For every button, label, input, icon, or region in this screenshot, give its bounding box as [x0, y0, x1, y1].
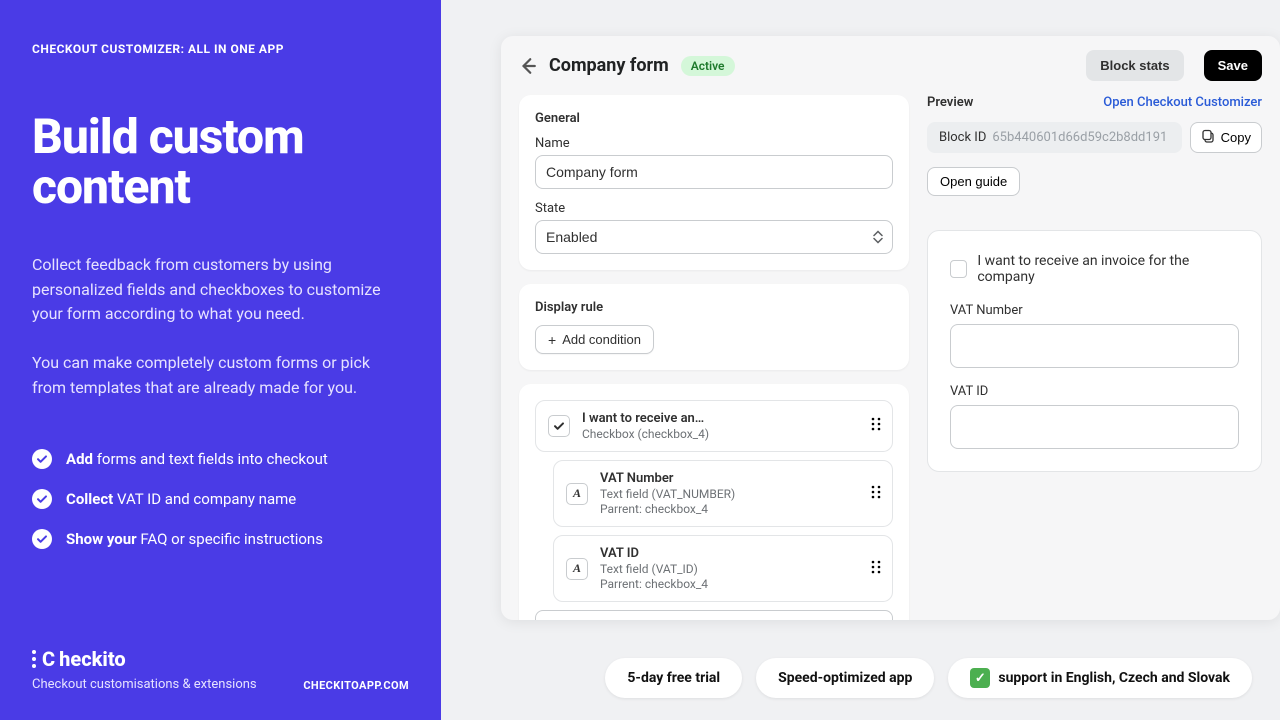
preview-vat-id-input[interactable]	[950, 405, 1239, 449]
pill-language: ✓ support in English, Czech and Slovak	[948, 658, 1252, 698]
check-circle-icon	[32, 489, 52, 509]
add-condition-button[interactable]: + Add condition	[535, 325, 654, 354]
hero-title: Build custom content	[32, 112, 409, 213]
app-label: CHECKOUT CUSTOMIZER: ALL IN ONE APP	[32, 42, 409, 56]
chevron-updown-icon	[873, 231, 883, 244]
name-label: Name	[535, 136, 893, 151]
editor-window: Company form Active Block stats Save Gen…	[501, 36, 1280, 620]
field-row-vat-id[interactable]: A VAT ID Text field (VAT_ID) Parrent: ch…	[553, 535, 893, 602]
display-rule-heading: Display rule	[535, 300, 893, 315]
page-title: Company form	[549, 55, 669, 76]
text-field-icon: A	[566, 558, 588, 580]
hero-paragraph-1: Collect feedback from customers by using…	[32, 253, 402, 327]
save-button[interactable]: Save	[1204, 50, 1262, 81]
left-footer: Checkito Checkout customisations & exten…	[32, 647, 409, 692]
state-select[interactable]	[535, 220, 893, 254]
open-customizer-link[interactable]: Open Checkout Customizer	[1103, 95, 1262, 110]
bullet-collect: Collect VAT ID and company name	[32, 489, 409, 509]
display-rule-card: Display rule + Add condition	[519, 284, 909, 370]
hero-paragraph-2: You can make completely custom forms or …	[32, 351, 402, 401]
marketing-panel: CHECKOUT CUSTOMIZER: ALL IN ONE APP Buil…	[0, 0, 441, 720]
preview-vat-number-input[interactable]	[950, 324, 1239, 368]
text-field-icon: A	[566, 483, 588, 505]
name-input[interactable]	[535, 155, 893, 189]
plus-icon: +	[548, 333, 556, 347]
preview-checkbox-label: I want to receive an invoice for the com…	[977, 253, 1239, 285]
bullet-show: Show your FAQ or specific instructions	[32, 529, 409, 549]
editor-header: Company form Active Block stats Save	[519, 36, 1262, 95]
brand-site-url: CHECKITOAPP.COM	[303, 679, 409, 692]
drag-handle-icon[interactable]	[870, 415, 882, 437]
drag-handle-icon[interactable]	[870, 558, 882, 580]
brand-subtitle: Checkout customisations & extensions	[32, 677, 257, 692]
preview-vat-number-label: VAT Number	[950, 303, 1239, 318]
feature-pills: 5-day free trial Speed-optimized app ✓ s…	[605, 658, 1252, 698]
status-badge: Active	[681, 56, 735, 76]
field-row-vat-number[interactable]: A VAT Number Text field (VAT_NUMBER) Par…	[553, 460, 893, 527]
add-new-field-button[interactable]: + Add new field	[535, 610, 893, 620]
state-label: State	[535, 201, 893, 216]
live-preview-card: I want to receive an invoice for the com…	[927, 230, 1262, 472]
preview-header: Preview Open Checkout Customizer	[927, 95, 1262, 110]
field-row-checkbox[interactable]: I want to receive an… Checkbox (checkbox…	[535, 400, 893, 452]
open-guide-button[interactable]: Open guide	[927, 167, 1020, 196]
check-circle-icon	[32, 449, 52, 469]
general-heading: General	[535, 111, 893, 126]
preview-vat-id-label: VAT ID	[950, 384, 1239, 399]
check-circle-icon	[32, 529, 52, 549]
clipboard-icon	[1201, 129, 1215, 146]
general-card: General Name State	[519, 95, 909, 270]
copy-button[interactable]: Copy	[1190, 122, 1262, 153]
bullet-add: Add forms and text fields into checkout	[32, 449, 409, 469]
bullet-list: Add forms and text fields into checkout …	[32, 449, 409, 549]
preview-checkbox[interactable]	[950, 260, 967, 278]
brand-logo: Checkito	[32, 647, 257, 671]
checkbox-icon	[548, 415, 570, 437]
plus-icon: +	[668, 620, 676, 621]
drag-handle-icon[interactable]	[870, 483, 882, 505]
preview-heading: Preview	[927, 95, 973, 110]
pill-speed: Speed-optimized app	[756, 658, 934, 698]
app-area: Company form Active Block stats Save Gen…	[441, 0, 1280, 720]
block-stats-button[interactable]: Block stats	[1086, 50, 1183, 81]
block-id-display: Block ID 65b440601d66d59c2b8dd191	[927, 122, 1182, 153]
pill-trial: 5-day free trial	[605, 658, 742, 698]
checkmark-emoji-icon: ✓	[970, 668, 990, 688]
fields-card: I want to receive an… Checkbox (checkbox…	[519, 384, 909, 620]
back-arrow-icon[interactable]	[519, 57, 537, 75]
